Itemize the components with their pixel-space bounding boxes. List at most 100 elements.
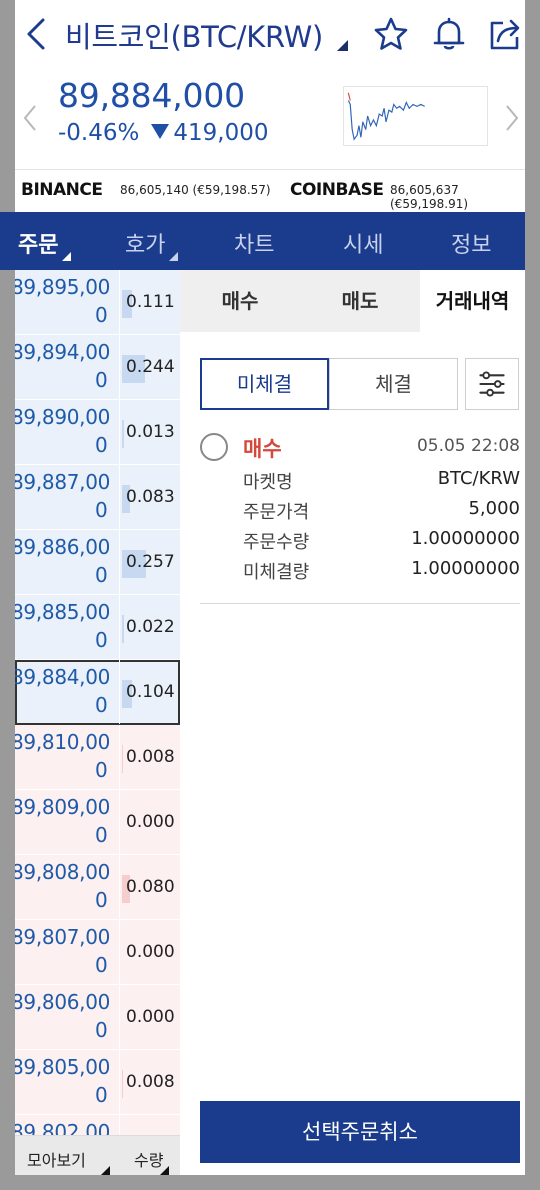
price-text-tail: 0 (95, 758, 108, 782)
field-label: 마켓명 (243, 472, 293, 493)
field-value: 5,000 (468, 498, 520, 519)
header: 비트코인(BTC/KRW) (15, 0, 525, 70)
orderbook-row[interactable]: 89,890,00 0 0.013 (15, 400, 180, 465)
price-text-tail: 0 (95, 433, 108, 457)
exchange-value: 86,605,637 (€59,198.91) (390, 183, 469, 211)
orderbook-row[interactable]: 89,805,00 0 0.008 (15, 1050, 180, 1115)
exchange-name: COINBASE (290, 180, 384, 200)
price-text-tail: 0 (95, 628, 108, 652)
tab-market-price[interactable]: 시세 (343, 227, 383, 259)
content-area: 89,895,00 0 0.111 89,894,00 0 0.244 89,890,00 0… (15, 270, 525, 1175)
orderbook-row[interactable]: 89,885,00 0 0.022 (15, 595, 180, 660)
quantity-text: 0.008 (126, 1072, 175, 1092)
tab-dropdown-icon (169, 252, 178, 261)
share-icon[interactable] (487, 16, 523, 52)
title-dropdown-icon[interactable] (337, 40, 348, 51)
price-cell: 89,802,000 (15, 1115, 120, 1135)
orderbook-row[interactable]: 89,809,00 0 0.000 (15, 790, 180, 855)
quantity-text: 0.022 (126, 617, 175, 637)
cancel-selected-order-button[interactable]: 선택주문취소 (200, 1101, 520, 1163)
bell-icon[interactable] (431, 16, 467, 52)
orderbook-row-current[interactable]: 89,884,00 0 0.104 (15, 660, 180, 725)
tab-orderbook[interactable]: 호가 (125, 227, 165, 259)
price-cell: 89,886,00 0 (15, 530, 120, 594)
exchange-reference-prices: BINANCE 86,605,140 (€59,198.57) COINBASE… (15, 169, 525, 211)
price-text: 89,809,00 (15, 795, 111, 819)
price-text: 89,885,00 (15, 600, 111, 624)
dropdown-icon (101, 1166, 110, 1175)
orderbook-row[interactable]: 89,887,00 0 0.083 (15, 465, 180, 530)
exchange-value: 86,605,140 (€59,198.57) (120, 183, 271, 197)
price-cell: 89,809,00 0 (15, 790, 120, 854)
quantity-text: 0.083 (126, 487, 175, 507)
price-change: -0.46% 419,000 (58, 120, 269, 146)
change-percent: -0.46% (58, 120, 140, 146)
price-text: 89,805,00 (15, 1055, 111, 1079)
dropdown-icon (160, 1166, 169, 1175)
main-tab-bar: 주문 호가 차트 시세 정보 (0, 212, 525, 270)
tab-dropdown-icon (62, 252, 71, 261)
orderbook-row[interactable]: 89,808,00 0 0.080 (15, 855, 180, 920)
tab-chart[interactable]: 차트 (234, 227, 274, 259)
page-title[interactable]: 비트코인(BTC/KRW) (65, 14, 323, 56)
price-text: 89,895,00 (15, 275, 111, 299)
quantity-text: 0.080 (126, 877, 175, 897)
field-value: 1.00000000 (411, 528, 520, 549)
price-text: 89,807,00 (15, 925, 111, 949)
mini-price-chart[interactable] (343, 86, 488, 146)
quantity-text: 0.013 (126, 422, 175, 442)
price-text: 89,894,00 (15, 340, 111, 364)
price-cell: 89,884,00 0 (15, 660, 120, 724)
orderbook-row[interactable]: 89,810,00 0 0.008 (15, 725, 180, 790)
price-cell: 89,890,00 0 (15, 400, 120, 464)
price-text-tail: 0 (95, 498, 108, 522)
orderbook-row[interactable]: 89,807,00 0 0.000 (15, 920, 180, 985)
tab-buy[interactable]: 매수 (180, 270, 300, 332)
tab-order[interactable]: 주문 (18, 227, 58, 259)
filter-unfilled[interactable]: 미체결 (200, 358, 329, 410)
quantity-text: 0.000 (126, 942, 175, 962)
down-triangle-icon (151, 124, 170, 139)
orderbook-row[interactable]: 89,802,000 (15, 1115, 180, 1135)
quantity-text: 0.244 (126, 357, 175, 377)
order-item: 매수 05.05 22:08 마켓명 BTC/KRW 주문가격 5,000 주문… (200, 430, 520, 604)
price-text-tail: 0 (95, 693, 108, 717)
orderbook-row[interactable]: 89,895,00 0 0.111 (15, 270, 180, 335)
price-cell: 89,806,00 0 (15, 985, 120, 1049)
price-text: 89,886,00 (15, 535, 111, 559)
view-all-button[interactable]: 모아보기 (27, 1147, 86, 1171)
filter-filled[interactable]: 체결 (329, 358, 458, 410)
price-cell: 89,808,00 0 (15, 855, 120, 919)
price-text: 89,887,00 (15, 470, 111, 494)
volume-bar (122, 745, 123, 773)
settings-sliders-icon[interactable] (465, 358, 519, 410)
order-select-radio[interactable] (200, 433, 228, 461)
order-panel: 매수 매도 거래내역 미체결 체결 매수 05.05 22:08 마켓명 BTC… (180, 270, 525, 1175)
back-icon[interactable] (23, 14, 51, 54)
chevron-left-icon[interactable] (23, 104, 37, 132)
star-icon[interactable] (373, 16, 409, 52)
price-text-tail: 0 (95, 823, 108, 847)
volume-bar (122, 615, 124, 643)
orderbook-row[interactable]: 89,806,00 0 0.000 (15, 985, 180, 1050)
price-cell: 89,895,00 0 (15, 270, 120, 334)
price-cell: 89,885,00 0 (15, 595, 120, 659)
price-cell: 89,887,00 0 (15, 465, 120, 529)
price-cell: 89,807,00 0 (15, 920, 120, 984)
current-price: 89,884,000 (58, 76, 245, 115)
price-text-tail: 0 (95, 1018, 108, 1042)
quantity-text: 0.000 (126, 812, 175, 832)
orderbook-row[interactable]: 89,886,00 0 0.257 (15, 530, 180, 595)
chevron-right-icon[interactable] (505, 104, 519, 132)
tab-history[interactable]: 거래내역 (420, 270, 525, 332)
price-text: 89,890,00 (15, 405, 111, 429)
order-book[interactable]: 89,895,00 0 0.111 89,894,00 0 0.244 89,890,00 0… (15, 270, 180, 1135)
quantity-text: 0.104 (126, 682, 175, 702)
tab-sell[interactable]: 매도 (300, 270, 420, 332)
orderbook-row[interactable]: 89,894,00 0 0.244 (15, 335, 180, 400)
order-book-footer: 모아보기 수량 (15, 1135, 180, 1175)
order-time: 05.05 22:08 (416, 436, 520, 456)
price-text: 89,810,00 (15, 730, 111, 754)
tab-info[interactable]: 정보 (451, 227, 491, 259)
price-text: 89,802,00 (15, 1120, 111, 1135)
